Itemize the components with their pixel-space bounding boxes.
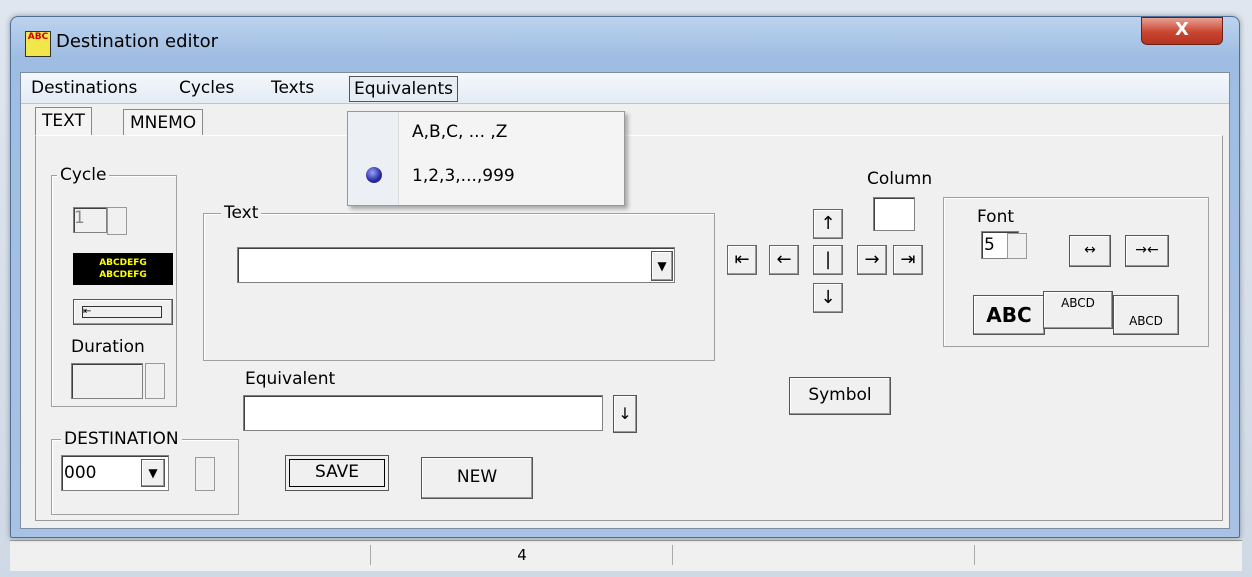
- duration-label: Duration: [71, 337, 145, 357]
- move-down-button[interactable]: ↓: [813, 283, 843, 313]
- text-combobox[interactable]: [237, 247, 675, 283]
- arrow-up-icon: ↑: [820, 213, 836, 234]
- equivalent-insert-button[interactable]: ↓: [613, 395, 637, 433]
- destination-label: DESTINATION: [61, 429, 182, 449]
- status-cell-1: [10, 545, 371, 565]
- menu-destinations[interactable]: Destinations: [27, 76, 141, 100]
- equivalents-dropdown: A,B,C, ... ,Z 1,2,3,...,999: [347, 111, 625, 206]
- arrow-left-end-icon: ⇤: [734, 249, 750, 270]
- text-label: Text: [221, 203, 262, 223]
- tab-text[interactable]: TEXT: [35, 107, 92, 136]
- arrow-down-icon: ↓: [820, 287, 836, 308]
- arrow-right-icon: →: [864, 249, 880, 270]
- move-last-button[interactable]: ⇥: [893, 245, 923, 275]
- move-left-button[interactable]: ←: [769, 245, 799, 275]
- scroll-direction-button[interactable]: ⇤: [73, 299, 173, 325]
- status-value: 4: [517, 546, 527, 564]
- equivalent-field[interactable]: [243, 395, 603, 431]
- move-up-button[interactable]: ↑: [813, 209, 843, 239]
- font-small-bottom-button[interactable]: ABCD: [1113, 295, 1179, 335]
- move-first-button[interactable]: ⇤: [727, 245, 757, 275]
- font-small-top-button[interactable]: ABCD: [1043, 291, 1113, 329]
- font-large-button[interactable]: ABC: [973, 295, 1045, 335]
- text-group: [203, 213, 715, 361]
- menu-equivalents[interactable]: Equivalents: [349, 76, 458, 102]
- move-right-button[interactable]: →: [857, 245, 887, 275]
- symbol-button[interactable]: Symbol: [789, 377, 891, 415]
- duration-field: [71, 363, 143, 399]
- font-label: Font: [977, 207, 1015, 227]
- new-button[interactable]: NEW: [421, 457, 533, 499]
- duration-spinner[interactable]: [145, 363, 165, 399]
- window-title: Destination editor: [56, 31, 218, 52]
- expand-spacing-button[interactable]: ↔: [1069, 235, 1111, 267]
- save-button[interactable]: SAVE: [285, 455, 389, 491]
- font-size-spinner[interactable]: [1007, 233, 1027, 259]
- condense-arrows-icon: →←: [1135, 242, 1159, 258]
- cycle-preview[interactable]: ABCDEFG ABCDEFG: [73, 253, 173, 285]
- cycle-spinner[interactable]: [107, 207, 127, 235]
- condense-spacing-button[interactable]: →←: [1125, 235, 1169, 267]
- menu-bar: Destinations Cycles Texts Equivalents: [21, 73, 1229, 104]
- arrow-left-icon: ←: [776, 249, 792, 270]
- status-cell-3: [674, 545, 975, 565]
- menu-cycles[interactable]: Cycles: [175, 76, 238, 100]
- selected-bullet-icon: [366, 167, 382, 183]
- dropdown-item-letters[interactable]: A,B,C, ... ,Z: [412, 122, 507, 142]
- destination-dropdown-button[interactable]: ▼: [141, 459, 165, 487]
- arrow-right-end-icon: ⇥: [900, 249, 916, 270]
- cycle-number-field: 1: [73, 207, 107, 233]
- center-bar-icon: |: [824, 249, 832, 270]
- column-field[interactable]: [873, 197, 915, 231]
- destination-editor-window: ABC Destination editor X Destinations Cy…: [10, 16, 1240, 538]
- app-icon: ABC: [25, 31, 51, 57]
- status-bar: 4: [10, 540, 1242, 571]
- down-arrow-icon: ↓: [618, 404, 632, 423]
- move-center-button[interactable]: |: [813, 245, 843, 275]
- client-area: Destinations Cycles Texts Equivalents TE…: [20, 72, 1230, 529]
- equivalent-label: Equivalent: [245, 369, 336, 389]
- column-label: Column: [867, 169, 933, 189]
- tab-mnemo[interactable]: MNEMO: [123, 109, 204, 136]
- close-button[interactable]: X: [1141, 17, 1223, 45]
- menu-texts[interactable]: Texts: [267, 76, 318, 100]
- text-dropdown-button[interactable]: ▼: [651, 251, 673, 281]
- cycle-label: Cycle: [57, 165, 110, 185]
- dropdown-item-numbers[interactable]: 1,2,3,...,999: [412, 166, 515, 186]
- scroll-left-icon: ⇤: [82, 306, 162, 318]
- destination-spinner[interactable]: [195, 457, 215, 491]
- dropdown-gutter: [348, 112, 399, 205]
- status-cell-2: 4: [372, 545, 673, 565]
- expand-arrows-icon: ↔: [1084, 242, 1096, 258]
